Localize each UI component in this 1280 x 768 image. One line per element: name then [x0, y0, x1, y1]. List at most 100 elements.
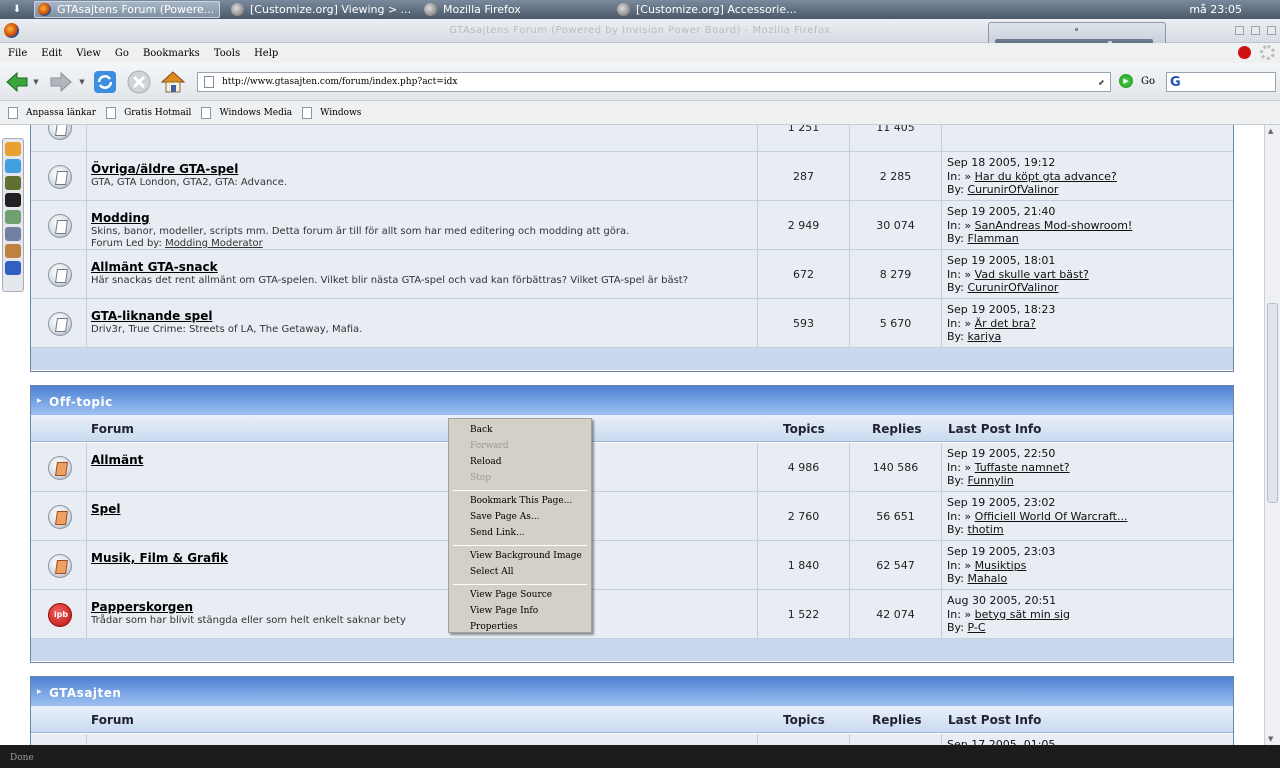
taskbar-task[interactable]: Mozilla Firefox [420, 1, 606, 18]
url-bar[interactable]: ⬋ [197, 72, 1111, 92]
extension-icon[interactable] [5, 244, 21, 258]
context-menu-item-stop: Stop [470, 473, 491, 483]
forum-title-link[interactable]: Övriga/äldre GTA-spel [91, 162, 238, 176]
last-post-topic-link[interactable]: Tuffaste namnet? [975, 461, 1070, 474]
back-history-dropdown[interactable]: ▼ [30, 69, 42, 95]
url-input[interactable] [222, 77, 1098, 87]
go-button[interactable]: ▶ Go [1119, 74, 1155, 88]
extension-icon[interactable] [5, 176, 21, 190]
url-dropdown-icon[interactable]: ⬋ [1098, 78, 1110, 87]
close-button[interactable] [1267, 26, 1276, 35]
context-menu-item-send-link[interactable]: Send Link... [449, 526, 591, 542]
last-post-date: Aug 30 2005, 20:51 [947, 594, 1057, 607]
last-post-topic-link[interactable]: Är det bra? [975, 317, 1036, 330]
forum-title-link[interactable]: Spel [91, 502, 120, 516]
last-post-author-link[interactable]: Mahalo [967, 572, 1007, 585]
forward-history-dropdown[interactable]: ▼ [76, 69, 88, 95]
context-menu-item-view-background-image[interactable]: View Background Image [449, 549, 591, 565]
forum-title-link[interactable]: Allmänt [91, 453, 143, 467]
column-header-forum: Forum [91, 422, 134, 436]
forward-button[interactable] [48, 69, 74, 95]
scroll-down-icon[interactable]: ▼ [1268, 735, 1273, 743]
extension-icon[interactable] [5, 261, 21, 275]
maximize-button[interactable] [1251, 26, 1260, 35]
last-post-topic-link[interactable]: SanAndreas Mod-showroom! [975, 219, 1133, 232]
replies-cell: 5 670 [850, 299, 942, 347]
context-menu-item-back[interactable]: Back [449, 423, 591, 439]
search-box[interactable]: G [1166, 72, 1276, 92]
stop-badge-icon[interactable] [1238, 46, 1251, 59]
category-header[interactable]: GTAsajten [31, 677, 1233, 706]
context-menu-separator [453, 545, 587, 546]
forum-title-link[interactable]: Papperskorgen [91, 600, 193, 614]
last-post-author-link[interactable]: kariya [967, 330, 1001, 343]
forum-title-link[interactable]: Modding [91, 211, 150, 225]
context-menu-item-properties[interactable]: Properties [449, 620, 591, 636]
last-post-topic-link[interactable]: Vad skulle vart bäst? [975, 268, 1089, 281]
context-menu-item-select-all[interactable]: Select All [449, 565, 591, 581]
last-post-topic-line: In: » Har du köpt gta advance? [947, 169, 1117, 183]
extension-icon[interactable] [5, 142, 21, 156]
in-label: In: [947, 267, 961, 281]
last-post-author-link[interactable]: P-C [967, 621, 985, 634]
category-footer [31, 348, 1233, 370]
forum-description: Skins, banor, modeller, scripts mm. Dett… [91, 226, 741, 250]
context-menu-item-view-page-source[interactable]: View Page Source [449, 588, 591, 604]
by-label: By: [947, 621, 964, 634]
context-menu-item-bookmark-this-page[interactable]: Bookmark This Page... [449, 494, 591, 510]
taskbar-task-label: GTAsajtens Forum (Powere... [57, 3, 215, 16]
extension-icon[interactable] [5, 210, 21, 224]
menu-help[interactable]: Help [254, 48, 278, 59]
last-post-date: Sep 18 2005, 19:12 [947, 156, 1056, 169]
vertical-scrollbar[interactable]: ▲ ▼ [1264, 125, 1280, 745]
forum-status-cell [31, 152, 87, 200]
back-button[interactable] [4, 69, 30, 95]
last-post-topic-link[interactable]: betyg sät min sig [975, 608, 1070, 621]
page-icon [8, 106, 18, 119]
last-post-cell: Sep 19 2005, 18:23 In: » Är det bra? By: k… [942, 299, 1233, 347]
context-menu-item-reload[interactable]: Reload [449, 455, 591, 471]
menu-tools[interactable]: Tools [214, 48, 240, 59]
bookmark-item[interactable]: Windows Media [201, 106, 292, 119]
home-button[interactable] [160, 69, 186, 95]
topics-count: 2 760 [787, 510, 820, 523]
last-post-author-link[interactable]: CurunirOfValinor [967, 281, 1058, 294]
bookmark-item[interactable]: Gratis Hotmail [106, 106, 191, 119]
last-post-author-link[interactable]: CurunirOfValinor [967, 183, 1058, 196]
scroll-up-icon[interactable]: ▲ [1268, 127, 1273, 135]
context-menu-item-save-page-as[interactable]: Save Page As... [449, 510, 591, 526]
extension-icon[interactable] [5, 193, 21, 207]
last-post-topic-link[interactable]: Har du köpt gta advance? [975, 170, 1117, 183]
scroll-thumb[interactable] [1267, 303, 1278, 503]
last-post-author-line: By: CurunirOfValinor [947, 183, 1117, 197]
stop-button[interactable] [126, 69, 152, 95]
forum-title-link[interactable]: GTA-liknande spel [91, 309, 212, 323]
extension-icon[interactable] [5, 227, 21, 241]
bookmark-item[interactable]: Windows [302, 106, 361, 119]
last-post-topic-link[interactable]: Musiktips [975, 559, 1027, 572]
reload-button[interactable] [92, 69, 118, 95]
menu-bookmarks[interactable]: Bookmarks [143, 48, 200, 59]
last-post-topic-link[interactable]: Officiell World Of Warcraft... [975, 510, 1128, 523]
taskbar-task[interactable]: GTAsajtens Forum (Powere... [34, 1, 220, 18]
last-post-author-link[interactable]: Flamman [967, 232, 1018, 245]
menu-go[interactable]: Go [115, 48, 129, 59]
taskbar-menu-button[interactable]: ⬇ [0, 0, 34, 19]
topics-cell: 1 522 [758, 590, 850, 638]
taskbar-task[interactable]: [Customize.org] Viewing > ... [227, 1, 413, 18]
minimize-button[interactable] [1235, 26, 1244, 35]
last-post-author-link[interactable]: thotim [967, 523, 1003, 536]
forum-title-link[interactable]: Allmänt GTA-snack [91, 260, 218, 274]
context-menu-item-view-page-info[interactable]: View Page Info [449, 604, 591, 620]
last-post-author-link[interactable]: Funnylin [967, 474, 1013, 487]
extension-icon[interactable] [5, 159, 21, 173]
taskbar-task[interactable]: [Customize.org] Accessorie... [613, 1, 799, 18]
moderator-link[interactable]: Modding Moderator [165, 238, 263, 249]
menu-view[interactable]: View [76, 48, 101, 59]
category-header[interactable]: Off-topic [31, 386, 1233, 415]
forum-title-link[interactable]: Musik, Film & Grafik [91, 551, 228, 565]
menu-edit[interactable]: Edit [41, 48, 62, 59]
menu-file[interactable]: File [8, 48, 27, 59]
forum-row: Modding Skins, banor, modeller, scripts m… [31, 201, 1233, 250]
bookmark-item[interactable]: Anpassa länkar [8, 106, 96, 119]
